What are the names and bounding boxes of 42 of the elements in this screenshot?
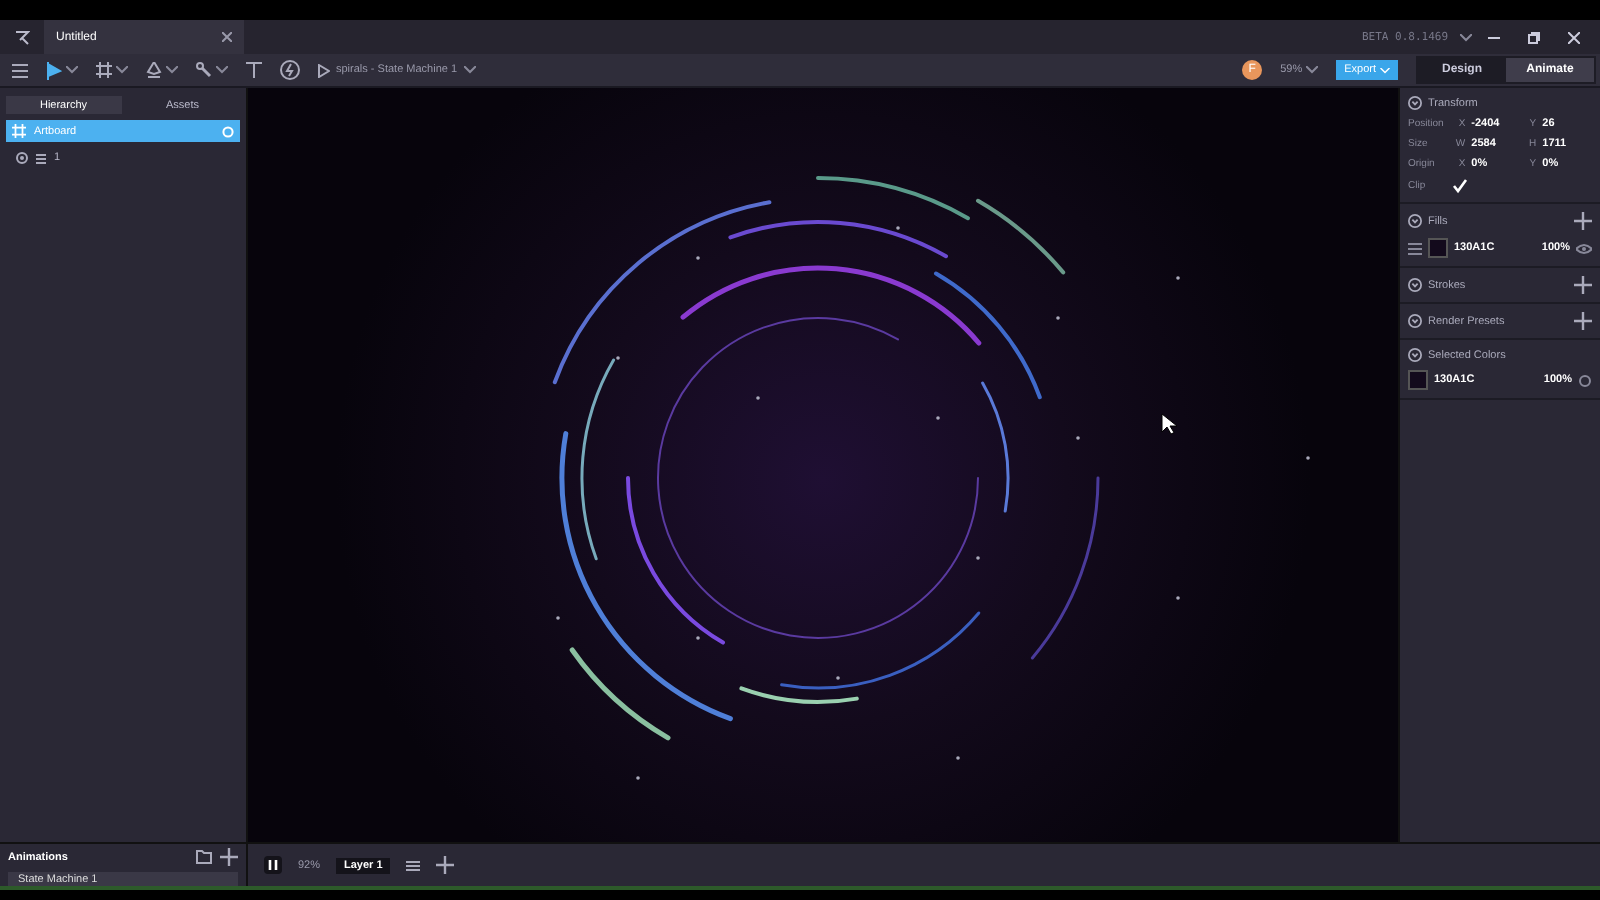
add-icon[interactable] (1574, 312, 1592, 330)
clip-checkbox[interactable] (1452, 178, 1468, 194)
eye-icon[interactable] (1576, 243, 1592, 253)
cursor-icon (1161, 413, 1178, 435)
close-icon[interactable] (1568, 31, 1580, 43)
caret-icon (116, 66, 128, 74)
frame-icon (12, 124, 26, 138)
group-icon (36, 153, 46, 163)
logo-icon[interactable] (14, 29, 30, 45)
minimize-icon[interactable] (1488, 31, 1500, 43)
caret-icon (216, 66, 228, 74)
add-icon[interactable] (1574, 212, 1592, 230)
fill-type-icon[interactable] (1408, 241, 1422, 255)
target-icon[interactable] (1578, 373, 1592, 387)
collapse-icon[interactable] (1408, 348, 1422, 362)
collapse-icon[interactable] (1408, 314, 1422, 328)
pause-button[interactable] (264, 856, 282, 874)
caret-icon (1380, 67, 1390, 73)
color-swatch[interactable] (1408, 370, 1428, 390)
menu-icon[interactable] (12, 63, 28, 77)
node-icon (16, 152, 28, 164)
add-icon[interactable] (436, 856, 455, 874)
collapse-icon[interactable] (1408, 278, 1422, 292)
list-icon[interactable] (406, 859, 421, 871)
collapse-icon[interactable] (1408, 96, 1422, 110)
frame-icon[interactable] (96, 62, 112, 78)
lightning-icon[interactable] (280, 60, 300, 80)
collapse-icon[interactable] (1408, 214, 1422, 228)
caret-icon (1306, 66, 1319, 74)
color-swatch[interactable] (1428, 238, 1448, 258)
caret-icon (66, 66, 78, 74)
play-icon[interactable] (318, 63, 330, 77)
caret-icon (463, 66, 476, 74)
close-icon[interactable] (222, 32, 232, 42)
add-icon[interactable] (220, 848, 238, 866)
folder-icon[interactable] (196, 850, 212, 864)
pointer-icon[interactable] (46, 61, 62, 79)
caret-icon (166, 66, 178, 74)
restore-icon[interactable] (1528, 31, 1540, 43)
caret-icon (1460, 33, 1472, 41)
add-icon[interactable] (1574, 276, 1592, 294)
text-tool-icon[interactable] (246, 62, 262, 78)
